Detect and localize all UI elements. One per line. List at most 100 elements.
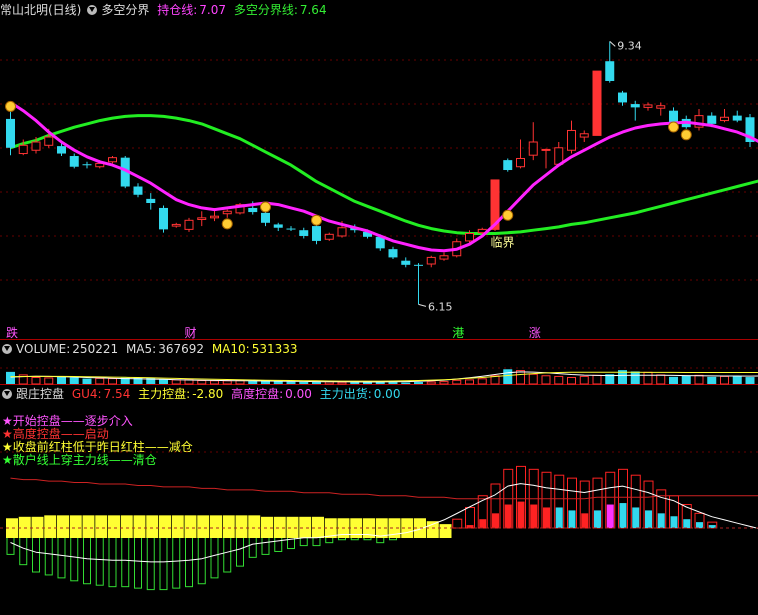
control-yellow-bar <box>57 515 69 538</box>
candle-body <box>299 230 309 236</box>
volume-bar <box>197 380 207 385</box>
control-yellow-bar <box>286 516 299 538</box>
candle-body <box>414 264 423 266</box>
control-filled-bar <box>594 510 601 528</box>
candle-body <box>6 118 15 148</box>
control-filled-bar <box>645 510 652 528</box>
volume-bar <box>720 375 729 385</box>
high-price-label: 9.34 <box>617 39 642 52</box>
control-filled-bar <box>581 513 589 528</box>
candle-body <box>439 255 449 260</box>
volume-bar <box>579 375 589 385</box>
volume-bar <box>439 381 449 385</box>
volume-bar <box>222 380 232 385</box>
control-yellow-bar <box>222 515 235 538</box>
candle-body <box>579 133 589 138</box>
candle-body <box>171 223 181 227</box>
volume-bar <box>516 370 525 385</box>
control-yellow-bar <box>82 515 95 538</box>
control-filled-bar <box>555 507 563 528</box>
candle-body <box>388 249 398 258</box>
control-layer <box>0 465 758 591</box>
candle-body <box>184 219 194 230</box>
marker-die: 跌 <box>6 325 18 340</box>
candle-body <box>426 256 436 265</box>
control-yellow-bar <box>197 515 210 538</box>
control-filled-bar <box>492 513 499 528</box>
candle-body <box>69 156 79 167</box>
money-bag-icon <box>311 214 322 226</box>
control-filled-bar <box>606 504 614 528</box>
control-yellow-bar <box>159 515 171 538</box>
candle-body <box>707 115 717 124</box>
candle-body <box>630 104 640 108</box>
control-yellow-bar <box>146 515 159 538</box>
hold-line-layer <box>5 100 758 253</box>
money-bag-icon <box>260 201 271 213</box>
control-filled-bar <box>517 501 525 528</box>
candle-body <box>732 115 742 121</box>
control-yellow-bar <box>95 515 108 538</box>
control-filled-bar <box>530 504 538 528</box>
money-bag-icon <box>221 218 233 230</box>
candle-body <box>18 144 28 155</box>
control-filled-bar <box>683 519 691 528</box>
candle-body <box>720 116 729 122</box>
volume-bar <box>6 371 15 384</box>
volume-bar <box>643 371 653 385</box>
chart-canvas: 9.34 6.15 临界 跌 财 港 涨 <box>0 39 758 591</box>
volume-bar <box>707 376 717 384</box>
volume-bar <box>694 374 704 385</box>
volume-bar <box>299 381 309 384</box>
candle-body <box>146 198 156 203</box>
control-yellow-bar <box>184 515 197 538</box>
control-yellow-bar <box>210 515 222 538</box>
volume-bar <box>592 374 602 385</box>
volume-bar <box>108 378 117 385</box>
control-filled-bar <box>696 522 703 528</box>
candle-body <box>261 212 270 223</box>
high-pointer <box>609 41 616 47</box>
candle-body <box>618 92 627 103</box>
volume-bar <box>656 374 666 385</box>
candle-body <box>197 217 207 220</box>
candle-body-strong <box>592 71 602 136</box>
control-filled-bar <box>670 516 678 528</box>
candle-body <box>210 215 219 219</box>
candle-layer <box>6 41 755 305</box>
candle-body <box>324 233 334 240</box>
annotation-layer: 9.34 6.15 临界 跌 财 港 涨 <box>6 39 642 340</box>
candle-body <box>643 104 653 108</box>
control-yellow-bar <box>120 515 133 538</box>
candle-body <box>312 226 321 241</box>
volume-bar <box>69 377 79 384</box>
candle-body <box>503 160 513 171</box>
cross-label: 临界 <box>491 235 515 249</box>
money-bag-icon <box>502 209 514 221</box>
control-yellow-bar <box>69 515 82 538</box>
candle-body <box>669 110 678 123</box>
money-bag-icon <box>5 100 16 112</box>
control-yellow-bar <box>299 516 312 538</box>
volume-bar <box>541 375 551 385</box>
volume-bar <box>567 377 576 385</box>
control-yellow-bar <box>31 516 44 538</box>
control-filled-bar <box>504 504 512 528</box>
volume-bar <box>286 381 296 384</box>
volume-bar <box>669 376 678 384</box>
candle-body <box>44 136 54 146</box>
control-filled-bar <box>479 519 487 528</box>
volume-bar <box>171 379 181 385</box>
candle-body <box>465 233 474 242</box>
candle-body <box>273 224 283 228</box>
candle-body <box>82 164 92 166</box>
control-yellow-bar <box>439 524 452 538</box>
control-yellow-bar <box>248 515 261 538</box>
candle-body <box>541 148 551 151</box>
candle-body <box>337 227 347 237</box>
volume-bar <box>95 377 105 385</box>
candle-body <box>159 207 168 230</box>
volume-bar <box>401 382 411 384</box>
candle-body <box>31 141 41 151</box>
chart-root: { "header": { "stock_title": "常山北明(日线)",… <box>0 0 758 615</box>
